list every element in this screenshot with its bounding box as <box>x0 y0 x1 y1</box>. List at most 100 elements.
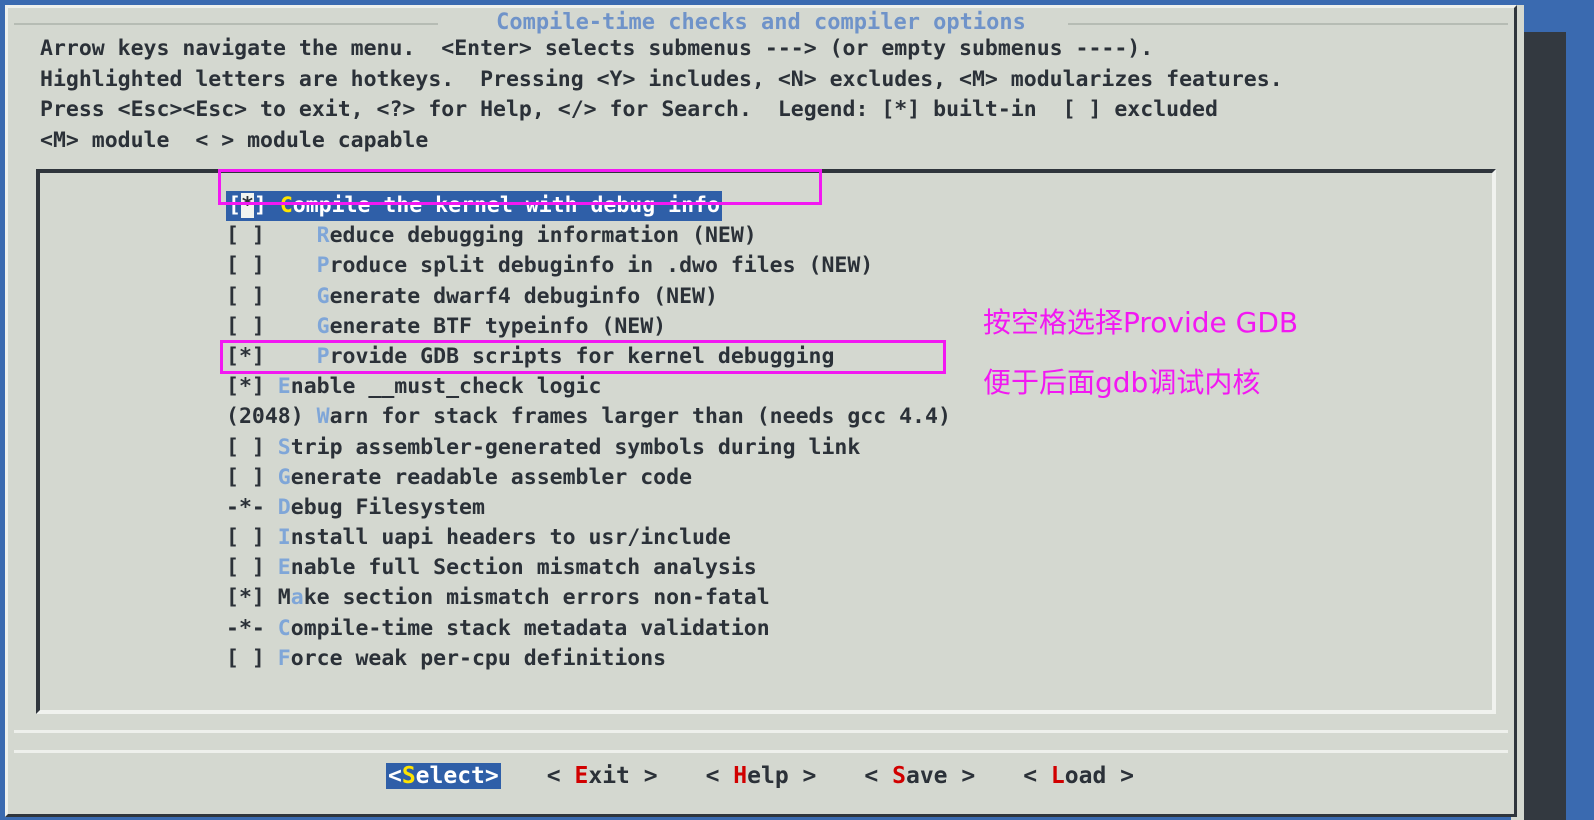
button-label: elect <box>415 763 485 789</box>
help-text-line: Highlighted letters are hotkeys. Pressin… <box>40 66 1283 92</box>
button-label: elp <box>747 763 789 789</box>
menu-item-content[interactable]: [ ] Generate dwarf4 debuginfo (NEW) <box>226 284 718 309</box>
menu-item-content[interactable]: [ ] Reduce debugging information (NEW) <box>226 223 757 248</box>
menu-item-marker[interactable]: [ ] <box>226 555 265 580</box>
button-hotkey: S <box>401 763 416 789</box>
menu-item-marker[interactable]: -*- <box>226 616 265 641</box>
menu-item-marker[interactable]: [ ] <box>226 284 265 309</box>
menu-item-hotkey: F <box>277 645 291 671</box>
menu-item[interactable]: [ ] Install uapi headers to usr/include <box>226 523 951 553</box>
menu-item-marker[interactable]: [ ] <box>226 435 265 460</box>
menu-item-content[interactable]: -*- Debug Filesystem <box>226 495 485 520</box>
menu-item-content[interactable]: [*] Make section mismatch errors non-fat… <box>226 585 770 610</box>
menu-item-hotkey: R <box>316 223 330 249</box>
dialog-title: Compile-time checks and compiler options <box>496 10 1026 35</box>
menu-item-label: ke section mismatch errors non-fatal <box>303 585 770 611</box>
button-oad[interactable]: < Load > <box>1021 763 1136 789</box>
separator-line-top <box>14 730 1508 733</box>
menu-item-content[interactable]: [*] Compile the kernel with debug info <box>226 191 722 222</box>
menu-list[interactable]: [*] Compile the kernel with debug info[ … <box>226 191 951 674</box>
menu-item[interactable]: -*- Compile-time stack metadata validati… <box>226 614 951 644</box>
button-ave[interactable]: < Save > <box>862 763 977 789</box>
menu-item[interactable]: [ ] Produce split debuginfo in .dwo file… <box>226 251 951 281</box>
menu-item-label: arn for stack frames larger than (needs … <box>329 404 951 430</box>
menu-item-content[interactable]: [ ] Enable full Section mismatch analysi… <box>226 555 757 580</box>
menu-box[interactable]: [*] Compile the kernel with debug info[ … <box>36 169 1496 714</box>
button-label: oad <box>1064 763 1107 789</box>
menu-item-marker[interactable]: [ ] <box>226 646 265 671</box>
menu-item-marker[interactable]: [*] <box>228 193 267 218</box>
menu-item-hotkey: W <box>316 404 330 430</box>
annotation-text-line-2: 便于后面gdb调试内核 <box>983 366 1261 399</box>
separator-line-bottom <box>14 750 1508 753</box>
menu-item-marker[interactable]: [ ] <box>226 525 265 550</box>
menu-item[interactable]: [ ] Reduce debugging information (NEW) <box>226 221 951 251</box>
menu-item-hotkey: G <box>277 464 291 490</box>
menu-item[interactable]: [*] Compile the kernel with debug info <box>226 191 951 222</box>
menu-item-marker[interactable]: (2048) <box>226 404 304 429</box>
screen: Compile-time checks and compiler options… <box>0 0 1594 820</box>
button-xit[interactable]: < Exit > <box>545 763 660 789</box>
menu-item-content[interactable]: [*] Provide GDB scripts for kernel debug… <box>226 344 834 369</box>
menu-item-content[interactable]: [ ] Generate BTF typeinfo (NEW) <box>226 314 666 339</box>
button-elp[interactable]: < Help > <box>704 763 819 789</box>
help-text-line: Arrow keys navigate the menu. <Enter> se… <box>40 36 1154 61</box>
menu-item-marker[interactable]: [ ] <box>226 465 265 490</box>
menu-item[interactable]: [ ] Strip assembler-generated symbols du… <box>226 433 951 463</box>
menu-item-content[interactable]: [ ] Install uapi headers to usr/include <box>226 525 731 550</box>
help-text: Arrow keys navigate the menu. <Enter> se… <box>40 34 1510 156</box>
menu-item-marker[interactable]: [*] <box>226 344 265 369</box>
menu-item-content[interactable]: [*] Enable __must_check logic <box>226 374 601 399</box>
menu-item-label: nable __must_check logic <box>290 374 602 400</box>
menu-item[interactable]: [*] Make section mismatch errors non-fat… <box>226 583 951 613</box>
window-shadow-right <box>1522 32 1566 820</box>
menu-item-content[interactable]: [ ] Generate readable assembler code <box>226 465 692 490</box>
menu-item-marker[interactable]: [*] <box>226 585 265 610</box>
menu-item-marker[interactable]: [ ] <box>226 314 265 339</box>
menu-item-content[interactable]: [ ] Force weak per-cpu definitions <box>226 646 666 671</box>
menu-item-label: nable full Section mismatch analysis <box>290 555 757 581</box>
help-text-line: <M> module < > module capable <box>40 127 429 153</box>
menu-item-label: enerate BTF typeinfo (NEW) <box>329 313 667 339</box>
menu-item-hotkey: a <box>290 585 304 611</box>
button-hotkey: L <box>1050 763 1065 789</box>
menu-item-label: roduce split debuginfo in .dwo files (NE… <box>329 253 874 279</box>
menu-item-marker[interactable]: [ ] <box>226 253 265 278</box>
button-hotkey: E <box>574 763 589 789</box>
button-elect[interactable]: <Select> <box>385 763 501 789</box>
menu-item[interactable]: (2048) Warn for stack frames larger than… <box>226 402 951 432</box>
menu-item-label: ebug Filesystem <box>290 494 485 520</box>
menu-item-content[interactable]: -*- Compile-time stack metadata validati… <box>226 616 770 641</box>
menu-item-label: enerate readable assembler code <box>290 464 693 490</box>
menu-item[interactable]: -*- Debug Filesystem <box>226 493 951 523</box>
menu-item-content[interactable]: [ ] Strip assembler-generated symbols du… <box>226 435 860 460</box>
menu-item-label: trip assembler-generated symbols during … <box>290 434 861 460</box>
button-hotkey: S <box>892 763 906 789</box>
menu-item-content[interactable]: [ ] Produce split debuginfo in .dwo file… <box>226 253 873 278</box>
menu-item-label: ompile-time stack metadata validation <box>290 615 770 641</box>
menuconfig-dialog: Compile-time checks and compiler options… <box>5 5 1517 817</box>
menu-item-label-prefix: M <box>277 585 291 611</box>
menu-item-hotkey: G <box>316 313 330 339</box>
menu-item-marker[interactable]: -*- <box>226 495 265 520</box>
menu-item[interactable]: [ ] Generate dwarf4 debuginfo (NEW) <box>226 282 951 312</box>
menu-item-hotkey: E <box>277 555 291 581</box>
menu-item[interactable]: [ ] Enable full Section mismatch analysi… <box>226 553 951 583</box>
button-bar[interactable]: <Select> < Exit > < Help > < Save > < Load > <box>8 763 1514 789</box>
menu-item[interactable]: [ ] Generate readable assembler code <box>226 463 951 493</box>
menu-item-hotkey: D <box>277 494 291 520</box>
menu-item-hotkey: S <box>277 434 291 460</box>
menu-item[interactable]: [ ] Generate BTF typeinfo (NEW) <box>226 312 951 342</box>
annotation-text-line-1: 按空格选择Provide GDB <box>983 306 1299 339</box>
menu-item[interactable]: [*] Provide GDB scripts for kernel debug… <box>226 342 951 372</box>
button-hotkey: H <box>733 763 748 789</box>
menu-item-hotkey: I <box>277 525 291 551</box>
menu-item-content[interactable]: (2048) Warn for stack frames larger than… <box>226 404 951 429</box>
menu-item-marker[interactable]: [ ] <box>226 223 265 248</box>
menu-item[interactable]: [ ] Force weak per-cpu definitions <box>226 644 951 674</box>
menu-item-hotkey: P <box>316 343 330 369</box>
menu-item[interactable]: [*] Enable __must_check logic <box>226 372 951 402</box>
menu-item-label: ompile the kernel with debug info <box>292 193 720 218</box>
menu-item-marker[interactable]: [*] <box>226 374 265 399</box>
menu-item-hotkey: G <box>316 283 330 309</box>
